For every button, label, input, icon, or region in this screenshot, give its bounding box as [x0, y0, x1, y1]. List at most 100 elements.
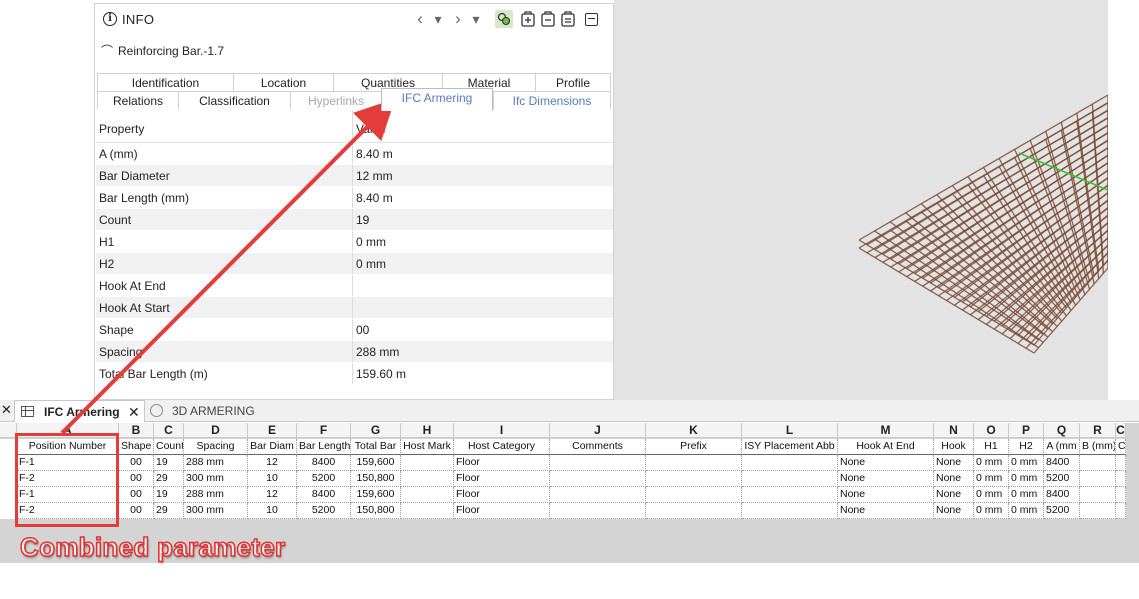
tab-profile[interactable]: Profile [535, 73, 611, 91]
schedule-cell[interactable]: 19 [154, 487, 184, 503]
schedule-cell[interactable]: 0 mm [974, 471, 1009, 487]
schedule-cell[interactable]: 29 [154, 503, 184, 519]
property-row[interactable]: A (mm) 8.40 m [96, 143, 613, 165]
schedule-cell[interactable] [550, 455, 646, 471]
schedule-cell[interactable]: 10 [248, 503, 297, 519]
column-letter-header[interactable]: E [248, 423, 297, 438]
schedule-cell[interactable] [1116, 487, 1126, 503]
property-row[interactable]: Count 19 [96, 209, 613, 231]
property-value[interactable]: 0 mm [353, 231, 613, 252]
schedule-cell[interactable]: 0 mm [1009, 487, 1044, 503]
schedule-cell[interactable] [646, 487, 742, 503]
schedule-header-cell[interactable]: Total Bar [351, 439, 401, 455]
3d-viewport[interactable] [614, 0, 1108, 400]
schedule-header-cell[interactable]: Hook [934, 439, 974, 455]
schedule-cell[interactable]: None [934, 487, 974, 503]
schedule-cell[interactable]: 8400 [297, 455, 351, 471]
schedule-cell[interactable]: 0 mm [1009, 503, 1044, 519]
schedule-cell[interactable] [1116, 503, 1126, 519]
schedule-header-cell[interactable]: Prefix [646, 439, 742, 455]
close-tab-icon[interactable]: ✕ [128, 401, 140, 423]
property-value[interactable]: 19 [353, 209, 613, 230]
tab-relations[interactable]: Relations [97, 91, 178, 109]
schedule-cell[interactable]: None [934, 503, 974, 519]
schedule-cell[interactable]: Floor [454, 471, 550, 487]
schedule-cell[interactable] [646, 503, 742, 519]
schedule-cell[interactable] [646, 471, 742, 487]
schedule-cell[interactable]: 00 [119, 487, 154, 503]
schedule-cell[interactable]: 12 [248, 487, 297, 503]
schedule-header-cell[interactable]: H1 [974, 439, 1009, 455]
schedule-cell[interactable]: 150,800 [351, 471, 401, 487]
schedule-cell[interactable]: None [934, 471, 974, 487]
doc-tab-3d-armering[interactable]: 3D ARMERING [148, 400, 268, 422]
schedule-cell[interactable] [742, 503, 838, 519]
property-row[interactable]: Hook At End [96, 275, 613, 297]
schedule-cell[interactable]: None [838, 471, 934, 487]
column-letter-header[interactable]: B [119, 423, 154, 438]
column-letter-header[interactable]: C [154, 423, 184, 438]
property-row[interactable]: Hook At Start [96, 297, 613, 319]
column-letter-header[interactable]: L [742, 423, 838, 438]
schedule-cell[interactable] [1080, 455, 1116, 471]
column-letter-header[interactable]: Q [1044, 423, 1080, 438]
property-value[interactable]: 8.40 m [353, 187, 613, 208]
schedule-cell[interactable]: None [934, 455, 974, 471]
schedule-cell[interactable]: 12 [248, 455, 297, 471]
schedule-cell[interactable]: 00 [119, 503, 154, 519]
next-arrow-icon[interactable]: › [449, 10, 467, 28]
schedule-cell[interactable]: 5200 [1044, 471, 1080, 487]
property-value[interactable]: 0 mm [353, 253, 613, 274]
schedule-cell[interactable]: 0 mm [974, 503, 1009, 519]
schedule-cell[interactable] [1080, 503, 1116, 519]
column-letter-header[interactable]: I [454, 423, 550, 438]
schedule-cell[interactable] [742, 471, 838, 487]
schedule-cell[interactable] [1116, 471, 1126, 487]
schedule-cell[interactable]: 8400 [297, 487, 351, 503]
schedule-cell[interactable] [1116, 455, 1126, 471]
schedule-cell[interactable]: Floor [454, 487, 550, 503]
window-layout-icon[interactable] [585, 13, 598, 26]
column-letter-header[interactable]: O [974, 423, 1009, 438]
schedule-cell[interactable]: 5200 [297, 471, 351, 487]
property-value[interactable]: 8.40 m [353, 143, 613, 164]
property-value[interactable]: 288 mm [353, 341, 613, 362]
schedule-cell[interactable]: 10 [248, 471, 297, 487]
doc-tab-ifc-armering[interactable]: IFC Armering ✕ [14, 400, 145, 422]
schedule-header-cell[interactable]: Bar Length [297, 439, 351, 455]
schedule-cell[interactable] [550, 471, 646, 487]
schedule-cell[interactable] [550, 503, 646, 519]
tab-ifc-dimensions[interactable]: Ifc Dimensions [493, 91, 611, 109]
close-icon[interactable]: ✕ [1, 402, 12, 418]
clipboard-icon[interactable] [539, 10, 557, 28]
add-property-icon[interactable] [519, 10, 537, 28]
schedule-cell[interactable]: None [838, 455, 934, 471]
column-letter-header[interactable]: R [1080, 423, 1116, 438]
property-row[interactable]: Shape 00 [96, 319, 613, 341]
schedule-cell[interactable]: Floor [454, 455, 550, 471]
column-letter-header[interactable]: N [934, 423, 974, 438]
schedule-cell[interactable] [742, 487, 838, 503]
column-letter-header[interactable]: D [184, 423, 248, 438]
schedule-cell[interactable] [401, 487, 454, 503]
schedule-cell[interactable]: 29 [154, 471, 184, 487]
schedule-header-cell[interactable]: Host Category [454, 439, 550, 455]
property-row[interactable]: H1 0 mm [96, 231, 613, 253]
schedule-header-cell[interactable]: ISY Placement Abb [742, 439, 838, 455]
schedule-cell[interactable]: 0 mm [974, 455, 1009, 471]
schedule-cell[interactable]: Floor [454, 503, 550, 519]
column-letter-header[interactable]: J [550, 423, 646, 438]
schedule-cell[interactable] [401, 471, 454, 487]
schedule-cell[interactable]: 0 mm [1009, 455, 1044, 471]
schedule-header-cell[interactable]: Count [154, 439, 184, 455]
schedule-header-cell[interactable]: Spacing [184, 439, 248, 455]
property-value[interactable] [353, 275, 613, 296]
schedule-cell[interactable] [401, 503, 454, 519]
schedule-cell[interactable] [1080, 471, 1116, 487]
schedule-cell[interactable]: 19 [154, 455, 184, 471]
property-value[interactable]: 12 mm [353, 165, 613, 186]
schedule-header-cell[interactable]: Hook At End [838, 439, 934, 455]
schedule-cell[interactable]: 8400 [1044, 487, 1080, 503]
filter-objects-icon[interactable] [495, 10, 513, 28]
schedule-cell[interactable]: 8400 [1044, 455, 1080, 471]
